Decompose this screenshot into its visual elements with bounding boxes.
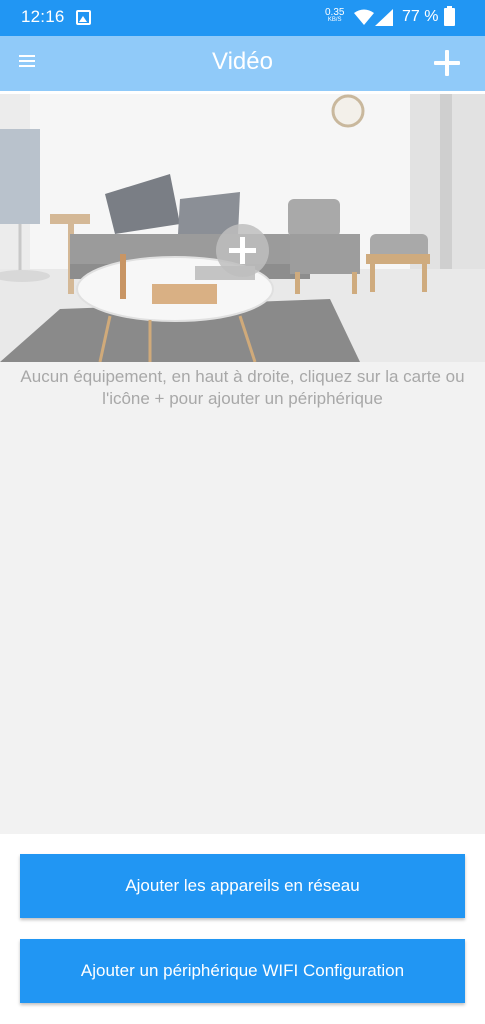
device-card-image[interactable]	[0, 94, 485, 362]
app-bar: Vidéo	[0, 36, 485, 91]
add-device-icon[interactable]	[432, 48, 462, 78]
battery-icon	[444, 6, 455, 26]
add-wifi-device-button[interactable]: Ajouter un périphérique WIFI Configurati…	[20, 939, 465, 1003]
network-speed: 0.35 KB/S	[325, 8, 344, 24]
battery-percent: 77 %	[402, 8, 439, 25]
action-panel: Ajouter les appareils en réseau Ajouter …	[0, 834, 485, 1024]
cell-signal-icon	[375, 9, 393, 26]
empty-state-message: Aucun équipement, en haut à droite, cliq…	[20, 367, 465, 408]
gallery-notification-icon	[76, 10, 91, 25]
page-title: Vidéo	[212, 48, 273, 75]
status-bar: 12:16 0.35 KB/S 77 %	[0, 0, 485, 36]
add-device-plus-icon[interactable]	[216, 224, 269, 277]
add-network-devices-button[interactable]: Ajouter les appareils en réseau	[20, 854, 465, 918]
wifi-icon	[354, 9, 374, 25]
status-time: 12:16	[21, 7, 65, 26]
network-speed-unit: KB/S	[327, 17, 342, 23]
